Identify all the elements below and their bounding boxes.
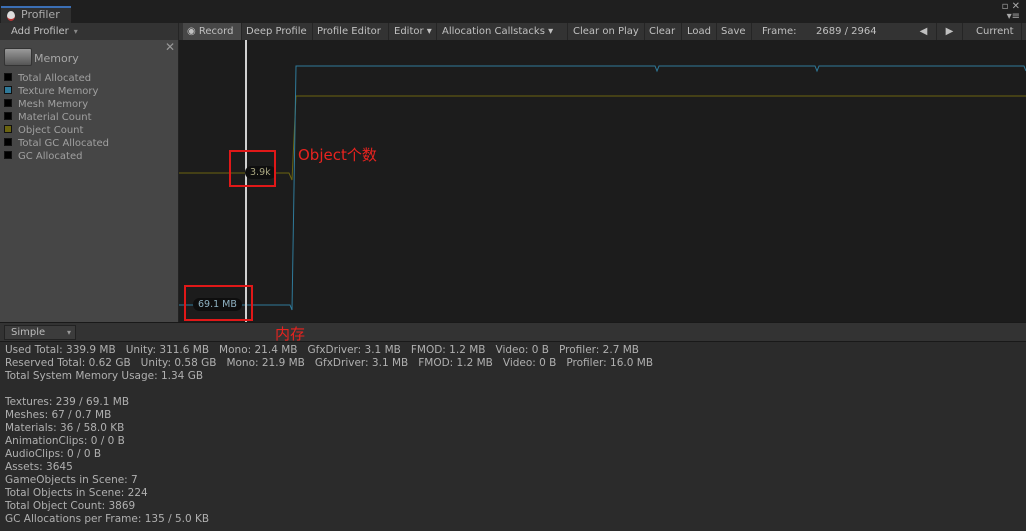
editor-dropdown[interactable]: Editor ▾ <box>390 23 437 40</box>
legend-color-swatch <box>4 86 12 94</box>
detail-line: Used Total: 339.9 MB Unity: 311.6 MB Mon… <box>5 344 639 356</box>
detail-line: Total Object Count: 3869 <box>5 500 136 512</box>
profile-editor-button[interactable]: Profile Editor <box>313 23 389 40</box>
legend-color-swatch <box>4 138 12 146</box>
detail-line: GC Allocations per Frame: 135 / 5.0 KB <box>5 513 210 525</box>
detail-line: Textures: 239 / 69.1 MB <box>5 396 130 408</box>
save-button[interactable]: Save <box>717 23 752 40</box>
prev-frame-button[interactable]: ◀ <box>911 23 937 40</box>
legend-item[interactable]: Object Count <box>4 124 83 137</box>
view-mode-dropdown[interactable]: Simple <box>4 325 76 340</box>
detail-line: AnimationClips: 0 / 0 B <box>5 435 125 447</box>
detail-line: Assets: 3645 <box>5 461 73 473</box>
tab-bar: Profiler ▫ ✕ ▾≡ <box>0 0 1026 23</box>
legend-label: Texture Memory <box>18 86 99 97</box>
legend-label: GC Allocated <box>18 151 83 162</box>
view-bar: Simple 内存 <box>0 322 1026 343</box>
legend-color-swatch <box>4 99 12 107</box>
clear-button[interactable]: Clear <box>645 23 682 40</box>
load-button[interactable]: Load <box>683 23 717 40</box>
toolbar: Add Profiler ◉ Record Deep Profile Profi… <box>0 23 1026 41</box>
legend-item[interactable]: Material Count <box>4 111 92 124</box>
record-button[interactable]: ◉ Record <box>183 23 242 40</box>
detail-line: GameObjects in Scene: 7 <box>5 474 138 486</box>
memory-chip-icon <box>4 48 32 66</box>
detail-line: Total Objects in Scene: 224 <box>5 487 148 499</box>
current-frame-button[interactable]: Current <box>972 23 1022 40</box>
deep-profile-button[interactable]: Deep Profile <box>242 23 313 40</box>
detail-line: Total System Memory Usage: 1.34 GB <box>5 370 204 382</box>
legend-color-swatch <box>4 112 12 120</box>
legend-label: Mesh Memory <box>18 99 89 110</box>
allocation-callstacks-dropdown[interactable]: Allocation Callstacks ▾ <box>438 23 568 40</box>
detail-line: AudioClips: 0 / 0 B <box>5 448 102 460</box>
legend-label: Total Allocated <box>18 73 92 84</box>
legend-item[interactable]: GC Allocated <box>4 150 82 163</box>
legend-item[interactable]: Total Allocated <box>4 72 91 85</box>
memory-details: Used Total: 339.9 MB Unity: 311.6 MB Mon… <box>5 344 653 526</box>
profiler-icon <box>7 11 15 21</box>
legend-item[interactable]: Mesh Memory <box>4 98 88 111</box>
detail-line: Reserved Total: 0.62 GB Unity: 0.58 GB M… <box>5 357 654 369</box>
window-controls[interactable]: ▫ ✕ ▾≡ <box>1002 2 1020 22</box>
tab-label: Profiler <box>21 8 60 21</box>
detail-line <box>5 383 653 396</box>
legend-label: Object Count <box>18 125 84 136</box>
annotation-box-memory <box>184 285 253 321</box>
legend-item[interactable]: Texture Memory <box>4 85 98 98</box>
annotation-object-count: Object个数 <box>298 146 377 164</box>
memory-chart[interactable]: 3.9k 69.1 MB Object个数 <box>179 40 1026 322</box>
legend-item[interactable]: Total GC Allocated <box>4 137 109 150</box>
memory-panel: Memory ✕ Total Allocated Texture Memory Me… <box>0 40 179 322</box>
legend-label: Total GC Allocated <box>18 138 110 149</box>
legend-label: Material Count <box>18 112 92 123</box>
clear-on-play-button[interactable]: Clear on Play <box>569 23 645 40</box>
next-frame-button[interactable]: ▶ <box>937 23 963 40</box>
add-profiler-dropdown[interactable]: Add Profiler <box>0 23 179 40</box>
frame-label: Frame: <box>762 26 797 37</box>
close-icon[interactable]: ✕ <box>165 40 175 54</box>
chart-svg <box>179 40 1026 322</box>
annotation-box-object <box>229 150 276 187</box>
detail-line: Materials: 36 / 58.0 KB <box>5 422 125 434</box>
tab-profiler[interactable]: Profiler <box>1 6 71 23</box>
legend-color-swatch <box>4 73 12 81</box>
annotation-memory: 内存 <box>275 325 306 343</box>
frame-value: 2689 / 2964 <box>816 26 877 37</box>
legend-color-swatch <box>4 125 12 133</box>
object-count-line <box>179 95 1026 181</box>
legend-color-swatch <box>4 151 12 159</box>
detail-line: Meshes: 67 / 0.7 MB <box>5 409 112 421</box>
memory-title: Memory <box>34 52 79 65</box>
texture-memory-line <box>179 65 1026 311</box>
